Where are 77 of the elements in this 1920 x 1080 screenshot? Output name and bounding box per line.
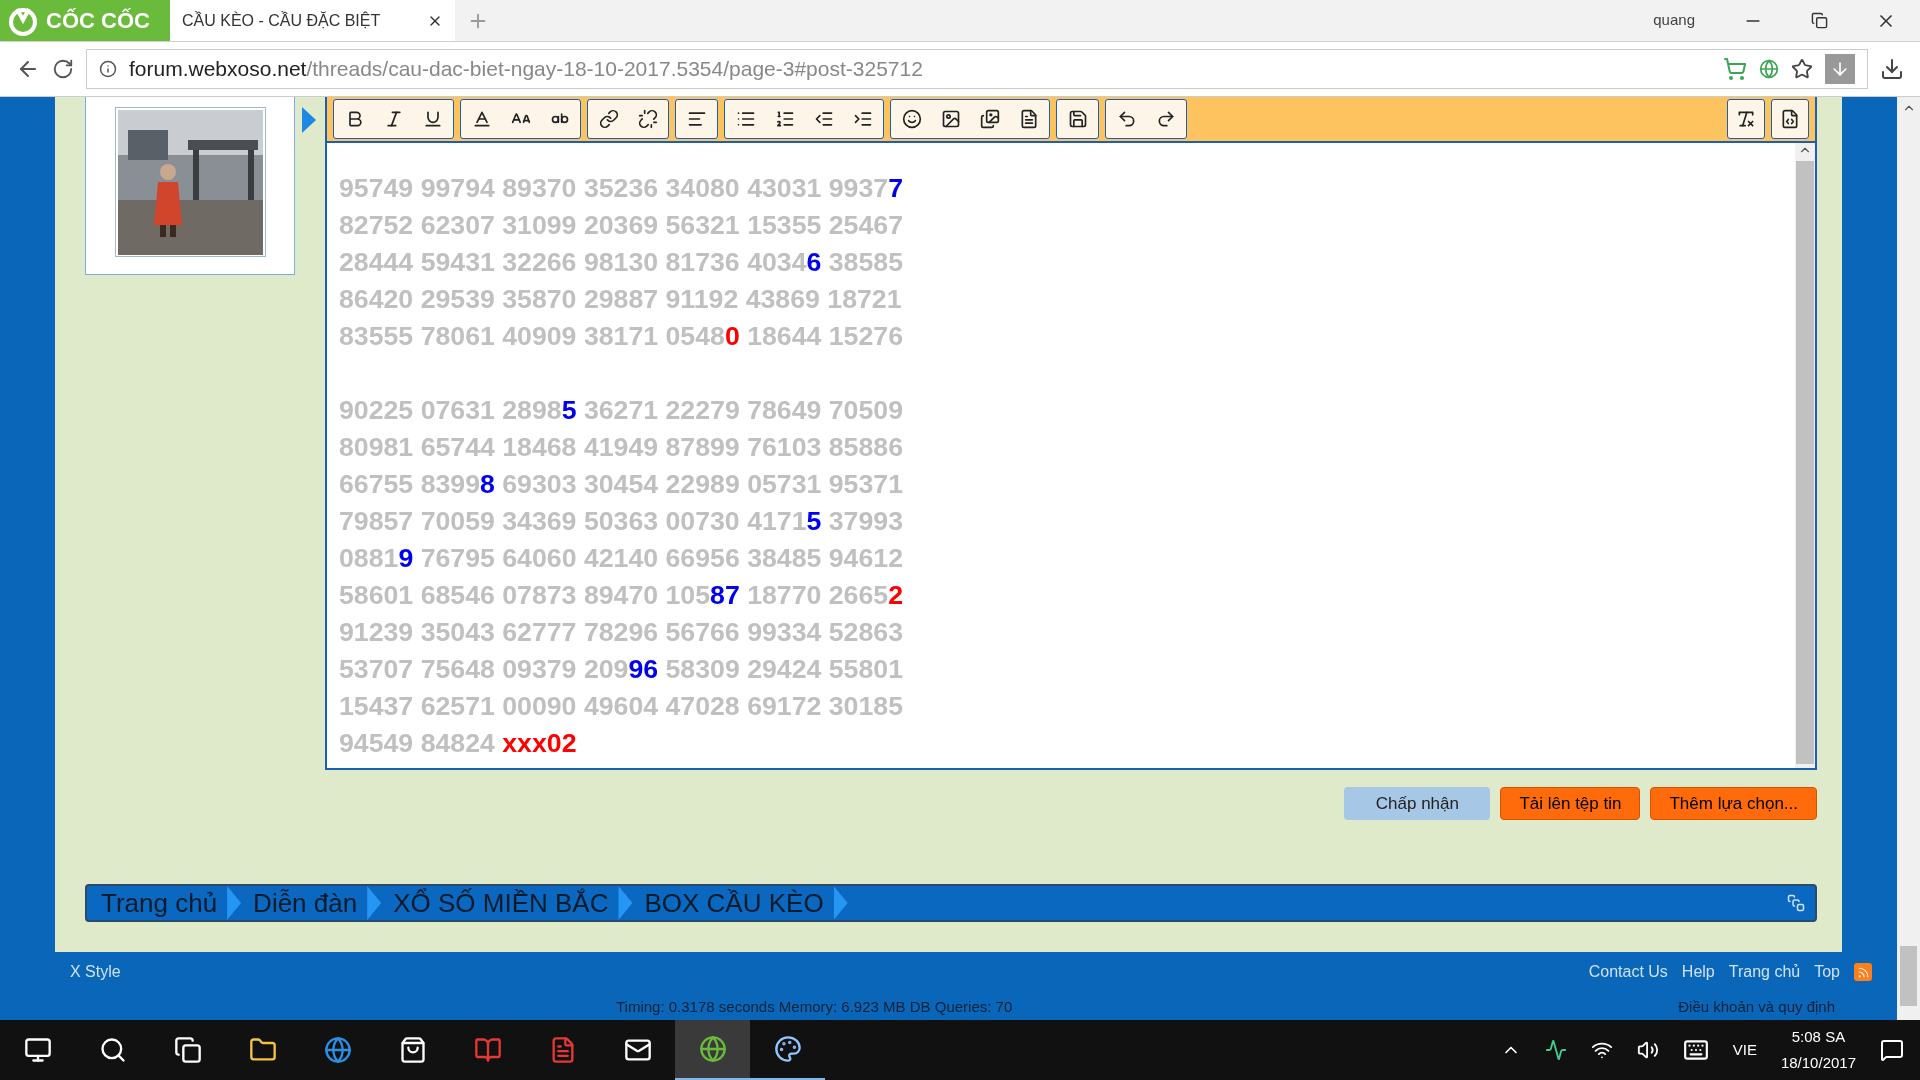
- number-line: 94549 84824 xxx02: [339, 727, 577, 760]
- breadcrumb-link[interactable]: Diễn đàn: [253, 883, 358, 923]
- terms-link[interactable]: Điều khoản và quy định: [1678, 996, 1835, 1019]
- rss-icon[interactable]: [1854, 963, 1872, 981]
- footer-link[interactable]: Help: [1681, 960, 1715, 984]
- gallery-icon[interactable]: [979, 109, 1000, 129]
- info-icon[interactable]: [99, 60, 117, 78]
- bullet-list-icon[interactable]: [735, 109, 756, 129]
- image-icon[interactable]: [940, 109, 961, 129]
- number-line: 80981 65744 18468 41949 87899 76103 85886: [339, 431, 903, 464]
- unlink-icon[interactable]: [637, 109, 658, 129]
- scrollbar-thumb[interactable]: [1900, 946, 1917, 1006]
- form-button[interactable]: Tải lên tệp tin: [1500, 787, 1641, 820]
- reload-icon[interactable]: [52, 58, 74, 80]
- number-line: 86420 29539 35870 29887 91192 43869 18721: [339, 283, 902, 316]
- brand-name: CỐC CỐC: [46, 7, 150, 35]
- restore-icon[interactable]: [1811, 12, 1828, 29]
- number-line: 28444 59431 32266 98130 81736 40346 38585: [339, 246, 903, 279]
- browser-tab[interactable]: CẦU KÈO - CẦU ĐẶC BIỆT: [170, 0, 455, 41]
- tab-title: CẦU KÈO - CẦU ĐẶC BIỆT: [182, 10, 381, 31]
- star-icon[interactable]: [1791, 58, 1813, 80]
- number-line: 95749 99794 89370 35236 34080 43031 99377: [339, 172, 903, 205]
- indent-icon[interactable]: [852, 109, 873, 129]
- paint-icon[interactable]: [773, 1035, 802, 1063]
- undo-icon[interactable]: [1116, 109, 1137, 129]
- number-line: 79857 70059 34369 50363 00730 41715 37993: [339, 505, 903, 538]
- breadcrumb-link[interactable]: Trang chủ: [101, 883, 218, 923]
- browser-icon[interactable]: [698, 1035, 727, 1063]
- number-line: 08819 76795 64060 42140 66956 38485 94612: [339, 542, 903, 575]
- expand-icon[interactable]: [1787, 894, 1805, 912]
- style-name[interactable]: X Style: [70, 960, 121, 984]
- book-icon[interactable]: [473, 1036, 502, 1064]
- number-line: 83555 78061 40909 38171 05480 18644 15276: [339, 320, 903, 353]
- keyboard-icon[interactable]: [1682, 1037, 1709, 1063]
- volume-icon[interactable]: [1636, 1039, 1659, 1061]
- task-view-icon[interactable]: [173, 1036, 202, 1064]
- link-icon[interactable]: [598, 109, 619, 129]
- clear-format-icon[interactable]: [1736, 109, 1756, 129]
- footer-link[interactable]: Top: [1814, 960, 1840, 984]
- logo-icon: [8, 5, 38, 36]
- address-bar[interactable]: forum.webxoso.net/threads/cau-dac-biet-ngay-18-10-2017.5354/page-3#post-325712: [86, 49, 1868, 89]
- cart-icon[interactable]: [1723, 57, 1747, 81]
- save-icon[interactable]: [1067, 109, 1088, 129]
- clock[interactable]: 5:08 SA 18/10/2017: [1780, 1024, 1856, 1076]
- browser-logo[interactable]: CỐC CỐC: [0, 0, 170, 41]
- number-line: 91239 35043 62777 78296 56766 99334 52863: [339, 616, 903, 649]
- notification-icon[interactable]: [1880, 1038, 1904, 1062]
- breadcrumb-link[interactable]: BOX CẦU KÈO: [644, 883, 824, 923]
- source-icon[interactable]: [1780, 109, 1800, 129]
- url-text: forum.webxoso.net/threads/cau-dac-biet-ngay-18-10-2017.5354/page-3#post-325712: [129, 56, 923, 83]
- download-icon[interactable]: [1880, 57, 1904, 81]
- language-indicator[interactable]: VIE: [1732, 1038, 1757, 1062]
- clock-date: 18/10/2017: [1780, 1053, 1856, 1073]
- outdent-icon[interactable]: [813, 109, 834, 129]
- footer-link[interactable]: Trang chủ: [1728, 960, 1801, 984]
- store-icon[interactable]: [398, 1036, 427, 1064]
- folder-icon[interactable]: [248, 1036, 277, 1064]
- number-line: 58601 68546 07873 89470 10587 18770 26652: [339, 579, 903, 612]
- clock-time: 5:08 SA: [1791, 1027, 1846, 1047]
- number-line: 90225 07631 28985 36271 22279 78649 70509: [339, 394, 903, 427]
- timing-text: Timing: 0.3178 seconds Memory: 6.923 MB DB Queries: 70: [615, 997, 1013, 1017]
- page-scrollbar[interactable]: [1897, 97, 1920, 1020]
- pulse-icon[interactable]: [1544, 1039, 1567, 1061]
- number-line: 15437 62571 00090 49604 47028 69172 30185: [339, 690, 903, 723]
- form-button[interactable]: Chấp nhận: [1344, 787, 1491, 820]
- align-left-icon[interactable]: [686, 109, 707, 129]
- smiley-icon[interactable]: [901, 109, 922, 129]
- numbered-list-icon[interactable]: [774, 109, 795, 129]
- user-name[interactable]: quang: [1653, 9, 1695, 32]
- number-line: 66755 83998 69303 30454 22989 05731 95371: [339, 468, 903, 501]
- number-line: 82752 62307 31099 20369 56321 15355 25467: [339, 209, 903, 242]
- number-line: 53707 75648 09379 20996 58309 29424 55801: [339, 653, 903, 686]
- breadcrumb-link[interactable]: XỔ SỐ MIỀN BẮC: [393, 883, 609, 923]
- browser-icon[interactable]: [323, 1036, 352, 1064]
- footer-link[interactable]: Contact Us: [1588, 960, 1668, 984]
- search-icon[interactable]: [98, 1036, 127, 1064]
- form-button[interactable]: Thêm lựa chọn...: [1650, 787, 1817, 820]
